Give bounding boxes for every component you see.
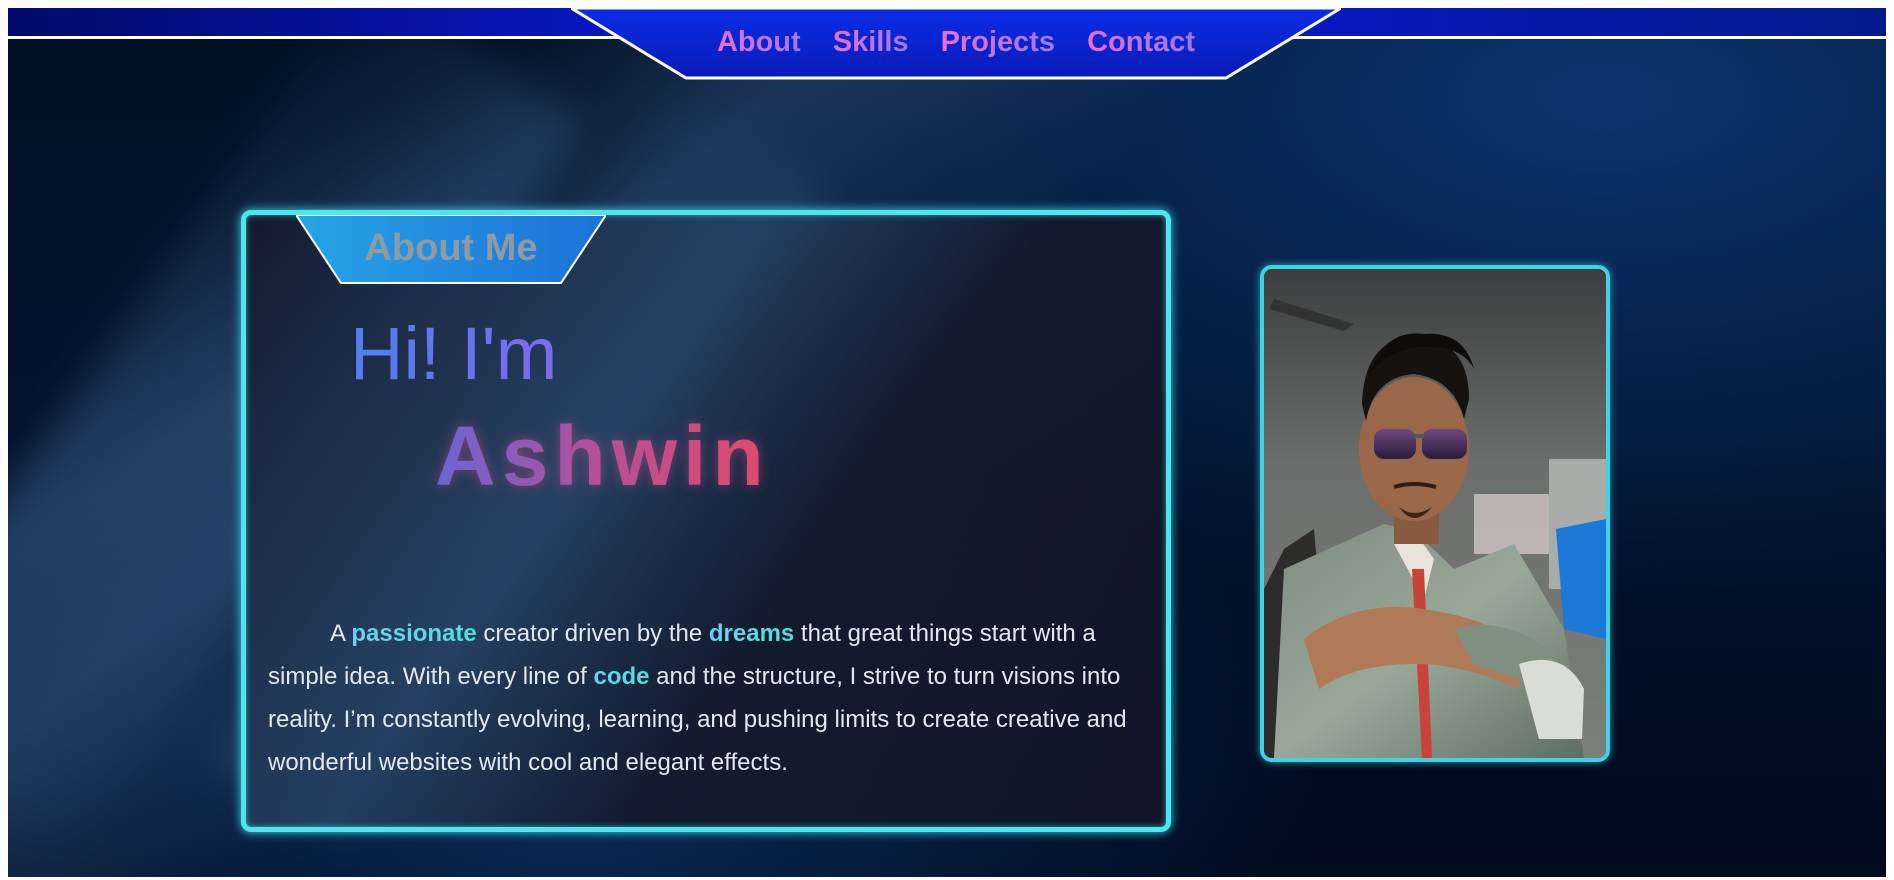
nav-link-about[interactable]: About [717, 26, 801, 59]
nav-links: About Skills Projects Contact [571, 26, 1341, 59]
bio-highlight-code: code [593, 663, 650, 690]
bio-text: A [330, 620, 352, 647]
bio-highlight-dreams: dreams [708, 620, 795, 647]
greeting-heading: Hi! I'm [350, 312, 558, 395]
nav-link-projects[interactable]: Projects [941, 26, 1055, 59]
profile-photo [1260, 265, 1610, 762]
nav-link-skills[interactable]: Skills [833, 26, 909, 59]
name-heading: Ashwin [435, 409, 770, 503]
bio-text: creator driven by the [476, 620, 709, 647]
bio-paragraph: A passionate creator driven by the dream… [268, 612, 1158, 784]
about-card: About Me Hi! I'm Ashwin A passionate cre… [241, 210, 1171, 832]
about-tab-label: About Me [364, 227, 538, 269]
nav-link-contact[interactable]: Contact [1087, 26, 1195, 59]
profile-photo-illustration [1264, 269, 1606, 758]
bio-highlight-passionate: passionate [351, 620, 477, 647]
about-tab: About Me [296, 215, 606, 289]
nav-bar: About Skills Projects Contact [571, 8, 1341, 81]
